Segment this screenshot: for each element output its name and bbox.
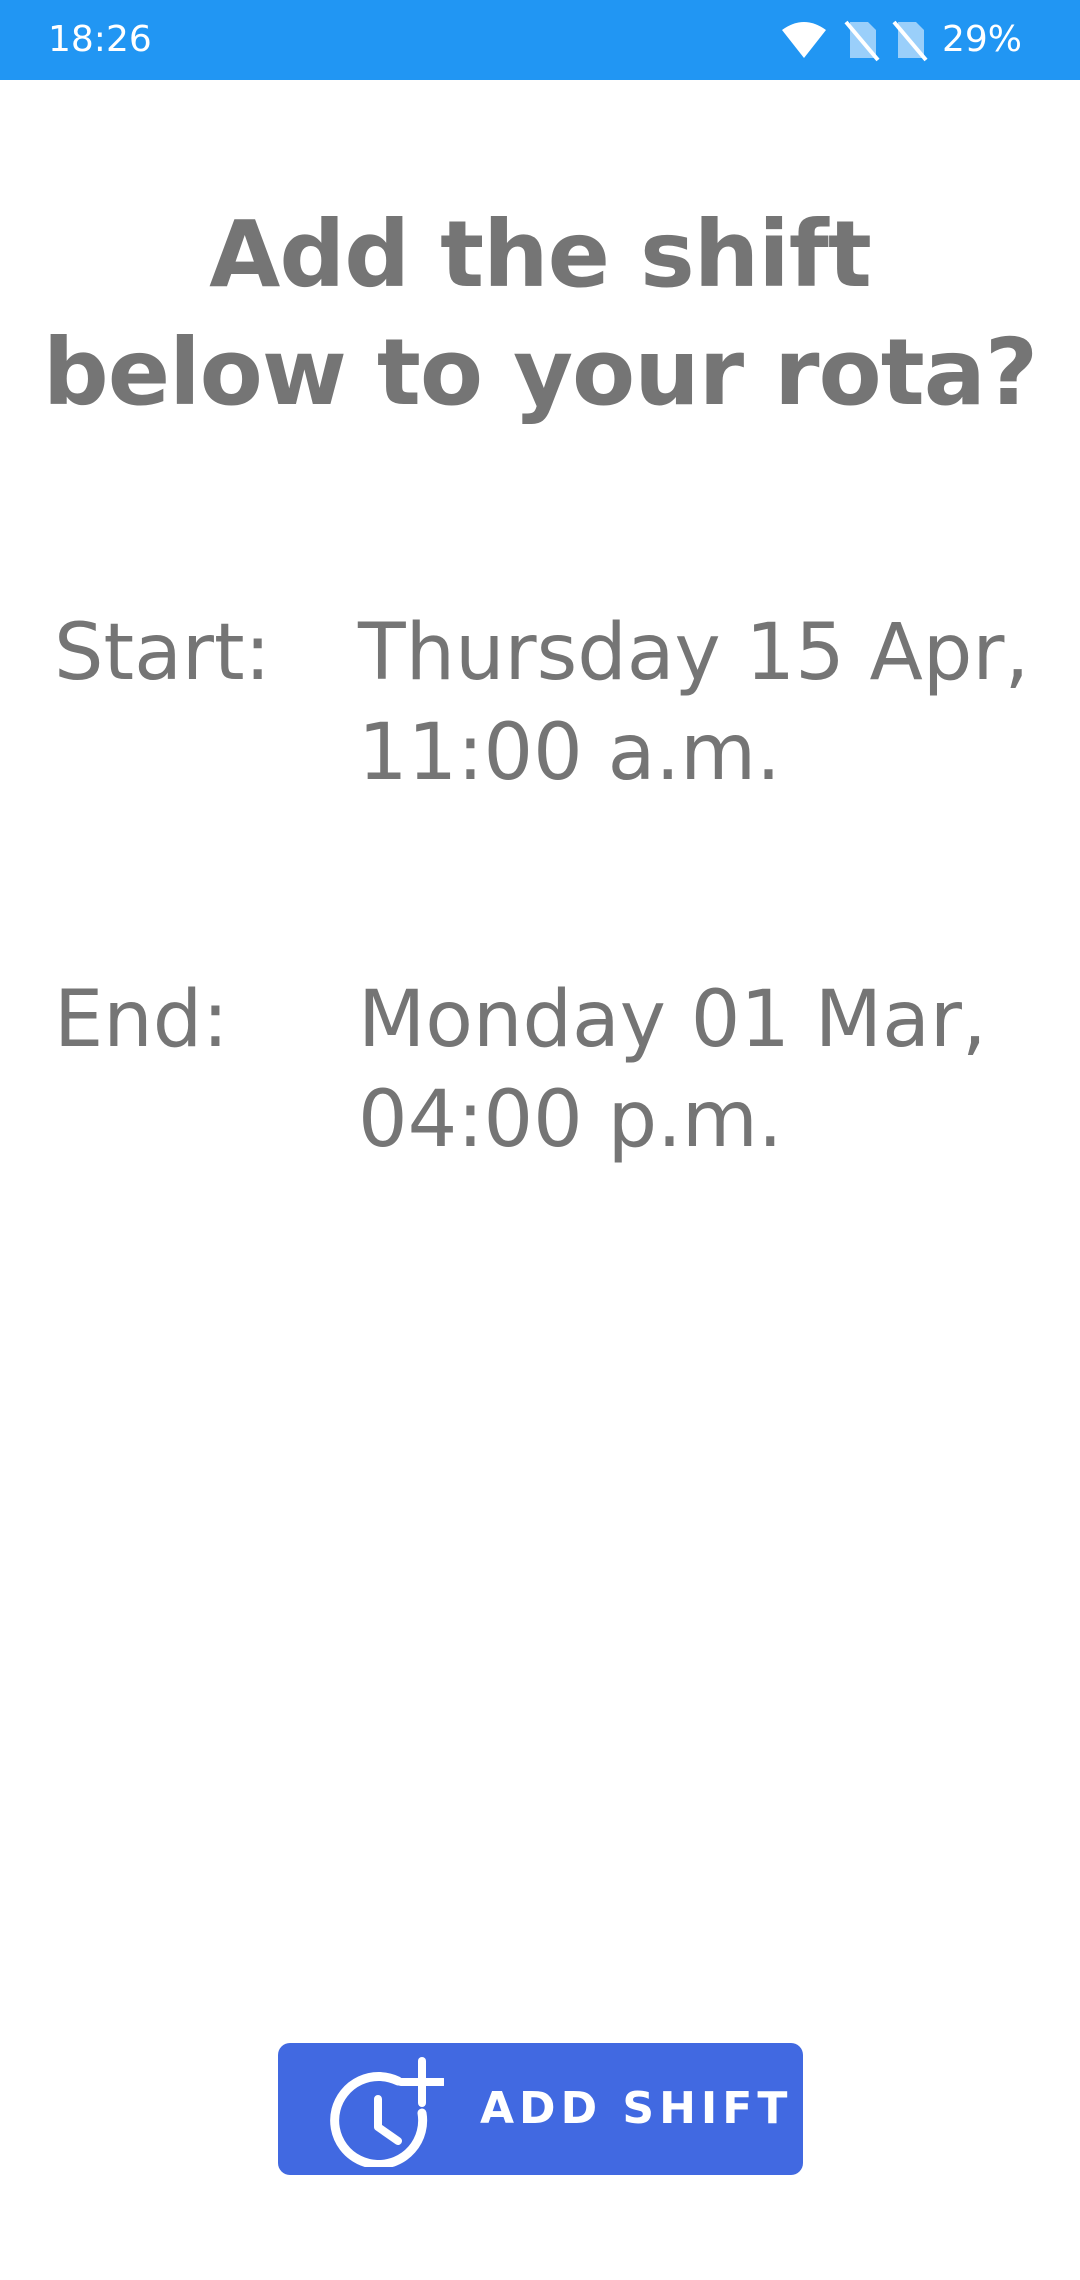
add-shift-button[interactable]: ADD SHIFT (278, 2043, 803, 2175)
start-value: Thursday 15 Apr, 11:00 a.m. (358, 603, 1058, 803)
end-date: Monday 01 Mar, (358, 975, 987, 1065)
status-icons: 29% (780, 0, 1022, 80)
battery-percentage: 29% (941, 19, 1022, 60)
end-value: Monday 01 Mar, 04:00 p.m. (358, 970, 1058, 1170)
page-title: Add the shift below to your rota? (0, 196, 1080, 432)
status-time: 18:26 (48, 19, 152, 60)
end-label: End: (54, 975, 229, 1065)
title-line-1: Add the shift (209, 201, 872, 308)
start-label: Start: (54, 608, 271, 698)
clock-plus-icon (330, 2057, 444, 2167)
end-time: 04:00 p.m. (358, 1075, 783, 1165)
add-shift-label: ADD SHIFT (480, 2083, 793, 2134)
start-time: 11:00 a.m. (358, 708, 781, 798)
start-date: Thursday 15 Apr, (358, 608, 1030, 698)
no-sim-icon (892, 20, 928, 62)
status-bar: 18:26 29% (0, 0, 1080, 80)
no-sim-icon (844, 20, 880, 62)
title-line-2: below to your rota? (42, 319, 1038, 426)
wifi-icon (781, 22, 826, 58)
